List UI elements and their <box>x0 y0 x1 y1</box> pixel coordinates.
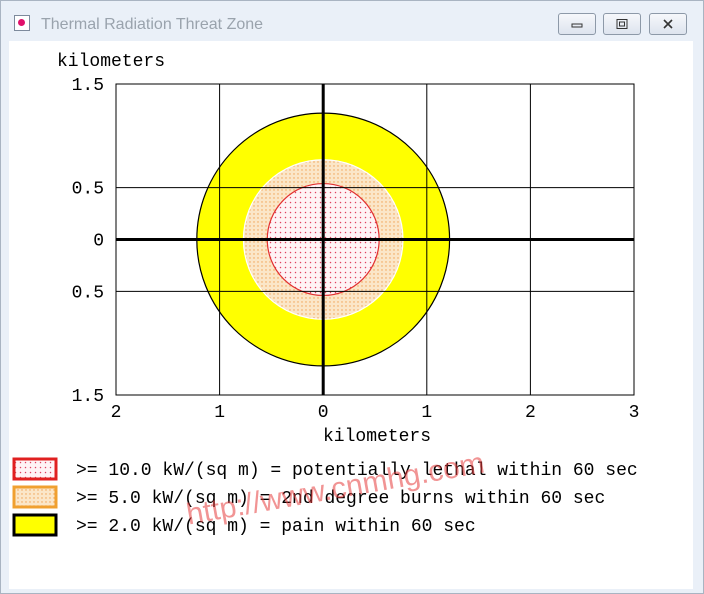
x-tick-label-0: 2 <box>111 403 122 423</box>
maximize-icon <box>616 19 628 29</box>
y-tick-label-4: 1.5 <box>72 387 104 407</box>
x-tick-label-2: 0 <box>318 403 329 423</box>
threat-zone-chart: 2 1 0 1 2 3 1.5 0.5 0 0.5 1.5 kilometers kilometer… <box>12 52 640 537</box>
window-title: Thermal Radiation Threat Zone <box>41 16 264 33</box>
minimize-button[interactable] <box>558 13 596 35</box>
close-button[interactable] <box>649 13 687 35</box>
y-tick-label-3: 0.5 <box>72 283 104 303</box>
legend-swatch-2 <box>12 513 58 537</box>
legend-swatch-1 <box>12 485 58 509</box>
title-bar[interactable]: Thermal Radiation Threat Zone <box>1 1 703 41</box>
y-tick-label-0: 1.5 <box>72 76 104 96</box>
x-tick-label-5: 3 <box>629 403 640 423</box>
x-tick-label-4: 2 <box>525 403 536 423</box>
client-area: 2 1 0 1 2 3 1.5 0.5 0 0.5 1.5 kilometers kilometer… <box>9 41 693 589</box>
y-tick-label-2: 0 <box>93 232 104 252</box>
y-axis-label: kilometers <box>57 52 165 72</box>
legend-label-2: >= 2.0 kW/(sq m) = pain within 60 sec <box>76 517 476 537</box>
app-window: Thermal Radiation Threat Zone 2 1 0 1 2 … <box>0 0 704 594</box>
maximize-button[interactable] <box>603 13 641 35</box>
x-tick-label-3: 1 <box>421 403 432 423</box>
minimize-icon <box>571 23 583 28</box>
app-icon[interactable] <box>14 15 30 31</box>
close-icon <box>663 19 673 29</box>
x-axis-label: kilometers <box>323 427 431 447</box>
x-tick-label-1: 1 <box>214 403 225 423</box>
legend-swatch-0 <box>12 457 58 481</box>
y-tick-label-1: 0.5 <box>72 180 104 200</box>
